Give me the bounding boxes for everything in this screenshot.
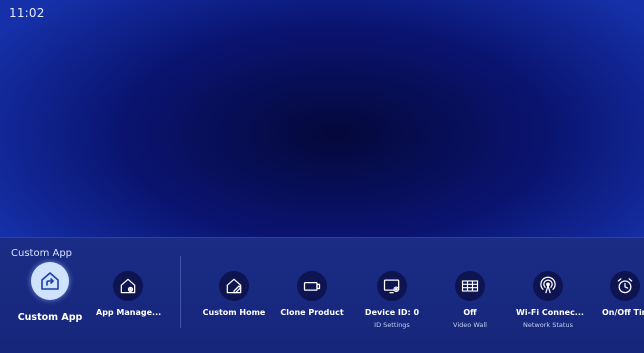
- device-settings-icon: [377, 271, 407, 301]
- menu-item-custom-app[interactable]: Custom App: [15, 262, 85, 323]
- menu-item-sublabel: ID Settings: [374, 321, 410, 329]
- menu-item-label: Device ID: 0: [364, 308, 420, 317]
- custom-app-icon: [31, 262, 69, 300]
- menu-item-label: Wi-Fi Connec...: [516, 308, 584, 317]
- usb-clone-icon: [297, 271, 327, 301]
- menu-item-label: Clone Product: [280, 308, 344, 317]
- menu-item-device-id[interactable]: Device ID: 0 ID Settings: [360, 271, 424, 329]
- menu-item-label: Off: [463, 308, 477, 317]
- custom-home-icon: [219, 271, 249, 301]
- menu-item-sublabel: Video Wall: [453, 321, 487, 329]
- app-manager-icon: [113, 271, 143, 301]
- menu-item-video-wall[interactable]: Off Video Wall: [438, 271, 502, 329]
- menu-item-on-off-timer[interactable]: On/Off Tin: [598, 271, 644, 317]
- menu-item-app-manager[interactable]: App Manage...: [96, 271, 162, 317]
- menu-item-label: On/Off Tin: [602, 308, 644, 317]
- menu-item-label: Custom App: [17, 312, 83, 323]
- menu-item-custom-home[interactable]: Custom Home: [202, 271, 266, 317]
- menu-item-label: App Manage...: [96, 308, 162, 317]
- clock: 11:02: [9, 6, 45, 20]
- alarm-clock-icon: [610, 271, 640, 301]
- menu-item-wifi[interactable]: Wi-Fi Connec... Network Status: [516, 271, 584, 329]
- menu-item-sublabel: Network Status: [523, 321, 573, 329]
- video-wall-grid-icon: [455, 271, 485, 301]
- menu-item-label: Custom Home: [202, 308, 266, 317]
- menu-item-clone-product[interactable]: Clone Product: [280, 271, 344, 317]
- menu-divider: [180, 256, 181, 328]
- section-title: Custom App: [11, 248, 73, 259]
- wifi-antenna-icon: [533, 271, 563, 301]
